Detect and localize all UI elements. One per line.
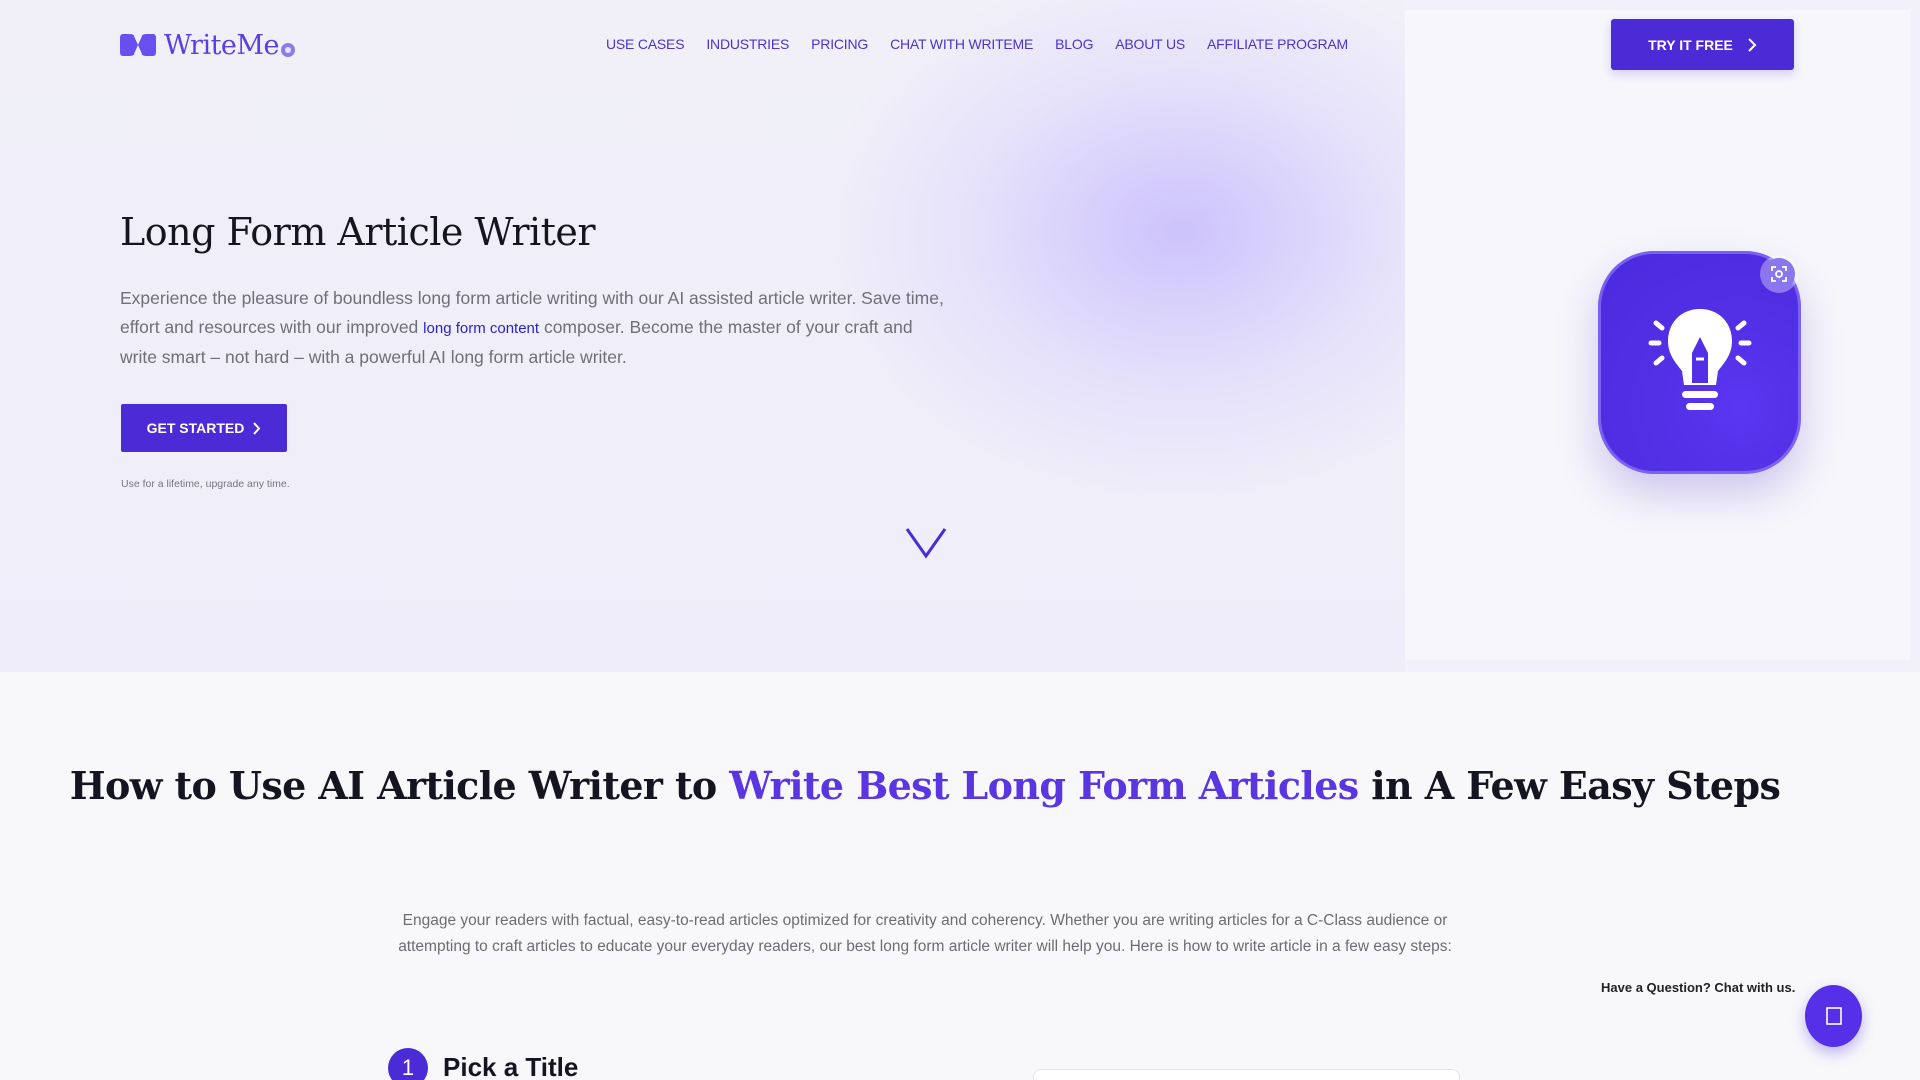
step-preview-card [1033, 1069, 1460, 1080]
zoom-badge[interactable] [1763, 258, 1795, 290]
chevron-right-icon [1748, 37, 1757, 52]
section-title: How to Use AI Article Writer to Write Be… [0, 760, 1850, 811]
try-it-free-button[interactable]: TRY IT FREE [1611, 19, 1794, 70]
nav-industries[interactable]: INDUSTRIES [706, 36, 789, 52]
get-started-button[interactable]: GET STARTED [121, 404, 287, 452]
step-number-badge: 1 [388, 1048, 428, 1080]
get-started-label: GET STARTED [146, 420, 245, 436]
logo[interactable]: WriteMe [120, 28, 296, 62]
hero-section: WriteMe USE CASES INDUSTRIES PRICING CHA… [0, 0, 1920, 672]
nav-chat-with-writeme[interactable]: CHAT WITH WRITEME [890, 36, 1033, 52]
nav-affiliate-program[interactable]: AFFILIATE PROGRAM [1207, 36, 1348, 52]
section-description: Engage your readers with factual, easy-t… [398, 912, 1452, 955]
page-title: Long Form Article Writer [120, 210, 596, 254]
section-title-text-1: How to Use AI Article Writer to [69, 763, 730, 808]
nav-about-us[interactable]: ABOUT US [1115, 36, 1185, 52]
long-form-content-link[interactable]: long form content [423, 320, 539, 337]
section-title-text-2: in A Few Easy Steps [1358, 763, 1781, 808]
chat-prompt-label: Have a Question? Chat with us. [1601, 980, 1796, 995]
nav-blog[interactable]: BLOG [1055, 36, 1093, 52]
section-title-accent: Write Best Long Form Articles [729, 763, 1359, 808]
chat-button[interactable] [1805, 985, 1862, 1047]
logo-badge-icon [281, 43, 296, 57]
chevron-right-icon [253, 421, 261, 435]
logo-mark-icon [120, 34, 156, 56]
nav-use-cases[interactable]: USE CASES [606, 36, 685, 52]
nav-pricing[interactable]: PRICING [811, 36, 868, 52]
focus-zoom-icon [1771, 266, 1787, 282]
try-it-free-label: TRY IT FREE [1648, 36, 1733, 53]
scroll-down-chevron-icon[interactable] [904, 526, 948, 560]
step-title: Pick a Title [443, 1052, 579, 1080]
logo-text: WriteMe [164, 29, 280, 61]
hero-note: Use for a lifetime, upgrade any time. [121, 478, 290, 490]
chat-icon [1825, 1007, 1842, 1025]
lightbulb-pencil-icon [1648, 308, 1751, 410]
main-nav: USE CASES INDUSTRIES PRICING CHAT WITH W… [606, 36, 1348, 52]
hero-description: Experience the pleasure of boundless lon… [120, 284, 950, 372]
